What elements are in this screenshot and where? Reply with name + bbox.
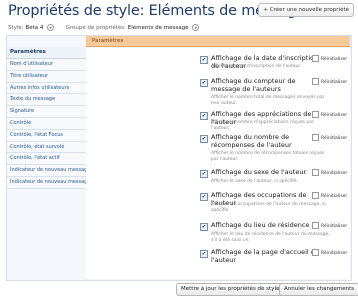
property-label: Affichage de la page d'accueil de l'aute… — [211, 248, 319, 264]
property-description: Afficher le nombre d'appréciations reçue… — [211, 120, 314, 131]
property-checkbox[interactable]: ✔ — [200, 135, 208, 143]
sidebar-item[interactable]: Contrôle — [7, 117, 86, 130]
reset-control[interactable]: Réinitialiser — [312, 192, 347, 199]
reset-control[interactable]: Réinitialiser — [312, 222, 347, 229]
reset-control[interactable]: Réinitialiser — [312, 169, 347, 176]
property-label: Affichage du sexe de l'auteur — [211, 168, 307, 176]
reset-checkbox[interactable] — [312, 55, 319, 62]
sidebar-item[interactable]: Indicateur de nouveau message — [7, 165, 86, 177]
properties-content: ✔ Affichage de la date d'inscription de … — [86, 48, 350, 277]
sidebar-item[interactable]: Texte du message — [7, 94, 86, 107]
property-label: Affichage du lieu de résidence — [211, 221, 310, 229]
reset-checkbox[interactable] — [312, 169, 319, 176]
reset-label: Réinitialiser — [321, 194, 348, 199]
reset-control[interactable]: Réinitialiser — [312, 134, 347, 141]
reset-label: Réinitialiser — [321, 57, 348, 62]
sidebar-item[interactable]: Contrôle, l'état actif — [7, 153, 86, 166]
reset-checkbox[interactable] — [312, 222, 319, 229]
sidebar-item[interactable]: Autres infos utilisateurs — [7, 82, 86, 95]
style-label: Style: — [8, 25, 24, 31]
sidebar: Paramètres Nom d'utilisateur Titre utili… — [7, 47, 86, 189]
panel-header: Paramètres — [86, 36, 350, 47]
sidebar-heading[interactable]: Paramètres — [7, 47, 86, 59]
reset-checkbox[interactable] — [312, 192, 319, 199]
sidebar-item[interactable]: Contrôle, l'état Focus — [7, 129, 86, 142]
sidebar-item[interactable]: Contrôle, état survolé — [7, 141, 86, 154]
property-checkbox[interactable]: ✔ — [200, 193, 208, 201]
reset-control[interactable]: Réinitialiser — [312, 249, 347, 256]
reset-control[interactable]: Réinitialiser — [312, 55, 347, 62]
reset-checkbox[interactable] — [312, 134, 319, 141]
form-footer — [86, 264, 350, 279]
property-description: Afficher le nombre de récompenses totale… — [211, 151, 325, 162]
reset-control[interactable]: Réinitialiser — [312, 111, 347, 118]
property-label: Affichage du compteur de message de l'au… — [211, 77, 296, 93]
property-checkbox[interactable]: ✔ — [200, 112, 208, 120]
style-select[interactable]: Beta 4 — [25, 25, 43, 31]
reset-checkbox[interactable] — [312, 78, 319, 85]
reset-label: Réinitialiser — [321, 80, 348, 85]
property-description: Afficher le nombre total de messages env… — [211, 95, 325, 106]
selector-row: Style: Beta 4 ▾ Groupe de propriétés: El… — [8, 24, 201, 31]
property-checkbox[interactable]: ✔ — [200, 223, 208, 231]
reset-label: Réinitialiser — [321, 251, 348, 256]
property-checkbox[interactable]: ✔ — [200, 56, 208, 64]
reset-label: Réinitialiser — [321, 113, 348, 118]
reset-control[interactable]: Réinitialiser — [312, 78, 347, 85]
property-checkbox[interactable]: ✔ — [200, 170, 208, 178]
chevron-down-icon[interactable]: ▾ — [47, 24, 55, 31]
sidebar-item[interactable]: Titre utilisateur — [7, 70, 86, 83]
property-description: Afficher la date d'inscription de l'aute… — [211, 64, 302, 69]
property-description: Afficher les occupations de l'auteur du … — [211, 202, 326, 213]
reset-label: Réinitialiser — [321, 136, 348, 141]
cancel-changes-button[interactable]: Annuler les changements — [279, 283, 358, 296]
create-property-button[interactable]: + Créer une nouvelle propriété — [258, 3, 354, 17]
sidebar-item[interactable]: Signature — [7, 106, 86, 118]
group-select[interactable]: Eléments de message — [128, 25, 189, 31]
sidebar-item[interactable]: Nom d'utilisateur — [7, 59, 86, 71]
reset-checkbox[interactable] — [312, 111, 319, 118]
property-label: Affichage du nombre de récompenses de l'… — [211, 133, 292, 149]
property-description: Afficher le lieu de résidence de l'auteu… — [211, 232, 330, 243]
property-checkbox[interactable]: ✔ — [200, 250, 208, 258]
property-checkbox[interactable]: ✔ — [200, 79, 208, 87]
property-description: Afficher le sexe de l'auteur, si spécifi… — [211, 179, 299, 184]
reset-label: Réinitialiser — [321, 171, 348, 176]
reset-checkbox[interactable] — [312, 249, 319, 256]
chevron-down-icon[interactable]: ▾ — [192, 24, 200, 31]
sidebar-item[interactable]: Indicateur de nouveau message — [7, 176, 86, 189]
update-style-properties-button[interactable]: Mettre à jour les propriétés de style — [176, 283, 285, 296]
group-label: Groupe de propriétés: — [65, 25, 127, 31]
reset-label: Réinitialiser — [321, 224, 348, 229]
